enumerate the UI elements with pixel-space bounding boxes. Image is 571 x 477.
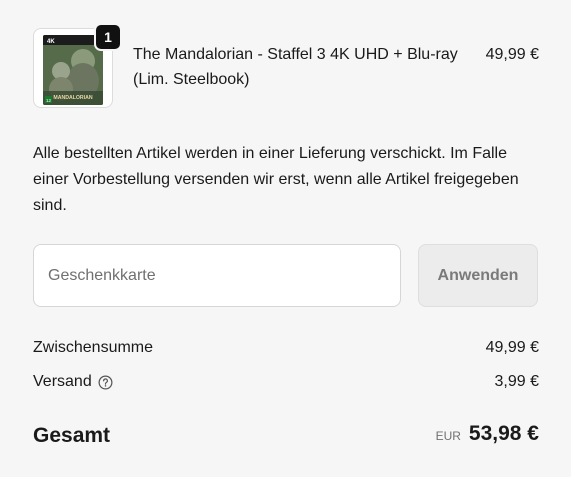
product-price: 49,99 € — [485, 46, 539, 63]
product-thumbnail: 4K MANDALORIAN 12 1 — [33, 23, 122, 108]
order-item: 4K MANDALORIAN 12 1 The Mandalorian - St… — [33, 23, 539, 110]
quantity-badge: 1 — [94, 23, 122, 51]
subtotal-label: Zwischensumme — [33, 339, 154, 356]
question-circle-icon[interactable] — [98, 374, 114, 390]
apply-gift-card-button[interactable]: Anwenden — [418, 244, 538, 307]
shipping-label-group: Versand — [33, 370, 114, 394]
shipping-row: Versand 3,99 € — [33, 370, 539, 394]
product-title: The Mandalorian - Staffel 3 4K UHD + Blu… — [133, 46, 458, 88]
subtotal-row: Zwischensumme 49,99 € — [33, 336, 539, 360]
total-label: Gesamt — [33, 424, 111, 447]
currency-code: EUR — [435, 429, 461, 443]
cover-logo-text: MANDALORIAN — [53, 95, 92, 101]
total-amount: 53,98 € — [468, 422, 539, 445]
subtotal-value: 49,99 € — [485, 339, 539, 356]
shipping-value: 3,99 € — [494, 373, 539, 390]
total-value-group: EUR 53,98 € — [436, 422, 539, 446]
gift-card-input[interactable] — [33, 244, 401, 307]
total-row: Gesamt EUR 53,98 € — [33, 422, 539, 454]
shipping-label: Versand — [33, 373, 92, 390]
age-rating-text: 12 — [46, 98, 52, 103]
shipping-notice: Alle bestellten Artikel werden in einer … — [33, 145, 519, 214]
cover-top-text: 4K — [47, 39, 55, 45]
